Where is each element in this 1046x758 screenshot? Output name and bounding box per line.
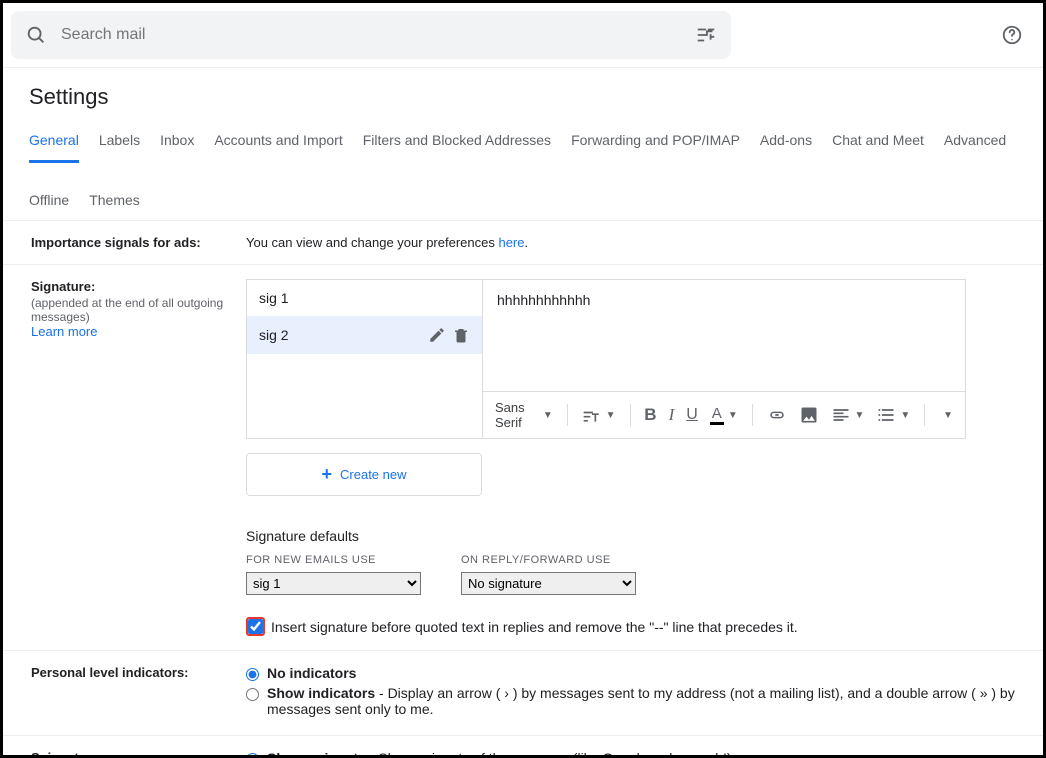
help-icon[interactable] <box>1001 24 1023 46</box>
font-size-icon[interactable]: ▼ <box>578 403 620 427</box>
tab-filters[interactable]: Filters and Blocked Addresses <box>363 122 551 162</box>
tab-chat[interactable]: Chat and Meet <box>832 122 924 162</box>
list-icon[interactable]: ▼ <box>872 403 914 427</box>
personal-indicators-row: Personal level indicators: No indicators… <box>3 651 1043 736</box>
snippets-heading: Snippets: <box>31 750 90 758</box>
search-box[interactable] <box>11 11 731 59</box>
tab-accounts[interactable]: Accounts and Import <box>214 122 342 162</box>
tab-offline[interactable]: Offline <box>29 182 69 220</box>
tabs-row: General Labels Inbox Accounts and Import… <box>3 122 1043 221</box>
edit-icon[interactable] <box>428 326 446 344</box>
search-input[interactable] <box>61 26 695 44</box>
signature-defaults-heading: Signature defaults <box>246 528 1033 544</box>
for-new-select[interactable]: sig 1 <box>246 572 421 595</box>
insert-signature-checkbox[interactable] <box>248 619 263 634</box>
tab-inbox[interactable]: Inbox <box>160 122 194 162</box>
signature-subtext: (appended at the end of all outgoing mes… <box>31 296 246 324</box>
signature-editor-text[interactable]: hhhhhhhhhhhh <box>483 280 965 391</box>
importance-row: Importance signals for ads: You can view… <box>3 221 1043 265</box>
insert-signature-row: Insert signature before quoted text in r… <box>246 617 1033 636</box>
signature-item-1[interactable]: sig 1 <box>247 280 482 316</box>
signature-learn-more[interactable]: Learn more <box>31 324 97 339</box>
show-indicators-radio[interactable] <box>246 688 259 701</box>
search-options-icon[interactable] <box>695 24 717 46</box>
tab-advanced[interactable]: Advanced <box>944 122 1006 162</box>
tab-general[interactable]: General <box>29 122 79 163</box>
italic-icon[interactable]: I <box>665 403 679 427</box>
font-select[interactable]: Sans Serif▼ <box>491 398 557 432</box>
snippets-row: Snippets: Show snippets - Show snippets … <box>3 736 1043 758</box>
tab-forwarding[interactable]: Forwarding and POP/IMAP <box>571 122 740 162</box>
on-reply-label: ON REPLY/FORWARD USE <box>461 554 636 566</box>
signature-row: Signature: (appended at the end of all o… <box>3 265 1043 651</box>
top-bar <box>3 3 1043 68</box>
page-title: Settings <box>3 68 1043 122</box>
link-icon[interactable] <box>763 403 791 427</box>
importance-text: You can view and change your preferences <box>246 235 498 250</box>
more-formatting-icon[interactable]: ▼ <box>935 408 957 423</box>
signature-editor: hhhhhhhhhhhh Sans Serif▼ ▼ B I U A▼ <box>483 280 965 438</box>
text-color-icon[interactable]: A▼ <box>706 403 742 427</box>
bold-icon[interactable]: B <box>640 403 660 427</box>
show-snippets-radio[interactable] <box>246 753 259 758</box>
align-icon[interactable]: ▼ <box>827 403 869 427</box>
create-new-button[interactable]: + Create new <box>246 453 482 496</box>
personal-indicators-heading: Personal level indicators: <box>31 665 189 680</box>
on-reply-select[interactable]: No signature <box>461 572 636 595</box>
signature-defaults-row: FOR NEW EMAILS USE sig 1 ON REPLY/FORWAR… <box>246 554 1033 595</box>
tab-addons[interactable]: Add-ons <box>760 122 812 162</box>
search-icon <box>25 24 47 46</box>
importance-heading: Importance signals for ads: <box>31 235 201 250</box>
app-frame: Settings General Labels Inbox Accounts a… <box>0 0 1046 758</box>
underline-icon[interactable]: U <box>682 404 702 426</box>
importance-link[interactable]: here <box>498 235 524 250</box>
no-indicators-radio[interactable] <box>246 668 259 681</box>
signature-panel: sig 1 sig 2 hhhhhhh <box>246 279 966 439</box>
tab-themes[interactable]: Themes <box>89 182 140 220</box>
signature-toolbar: Sans Serif▼ ▼ B I U A▼ ▼ ▼ <box>483 391 965 438</box>
signature-list: sig 1 sig 2 <box>247 280 483 438</box>
tab-labels[interactable]: Labels <box>99 122 140 162</box>
signature-item-2[interactable]: sig 2 <box>247 316 482 354</box>
image-icon[interactable] <box>795 403 823 427</box>
insert-signature-text: Insert signature before quoted text in r… <box>271 619 798 635</box>
for-new-label: FOR NEW EMAILS USE <box>246 554 421 566</box>
delete-icon[interactable] <box>452 326 470 344</box>
plus-icon: + <box>322 464 333 485</box>
insert-checkbox-highlight <box>246 617 265 636</box>
content-area: Importance signals for ads: You can view… <box>3 221 1043 758</box>
signature-heading: Signature: <box>31 279 95 294</box>
